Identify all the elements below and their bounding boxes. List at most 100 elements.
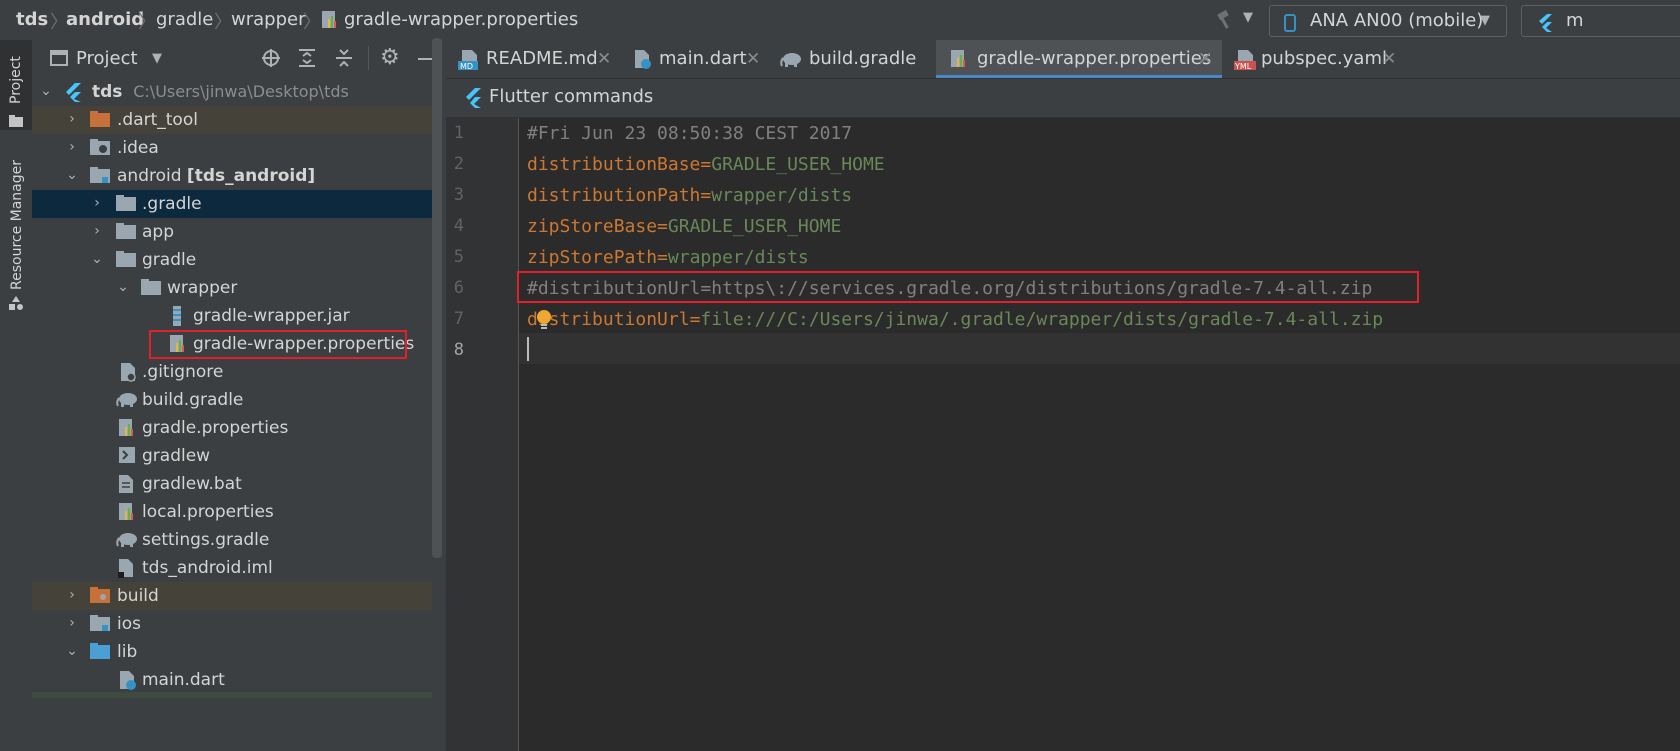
shell-script-icon bbox=[118, 446, 138, 466]
tree-row-settings-gradle[interactable]: settings.gradle bbox=[32, 526, 432, 554]
project-panel-header: Project ▼ ⚙ bbox=[32, 40, 446, 78]
hammer-build-icon[interactable] bbox=[1214, 9, 1236, 31]
toolbar-divider bbox=[368, 46, 369, 70]
jar-file-icon bbox=[169, 306, 189, 326]
chevron-right-icon[interactable]: › bbox=[64, 586, 80, 604]
tab-main-dart[interactable]: main.dart ✕ bbox=[618, 40, 768, 78]
chevron-right-icon[interactable]: › bbox=[64, 138, 80, 156]
close-icon[interactable]: ✕ bbox=[1382, 48, 1396, 70]
properties-file-icon bbox=[950, 49, 970, 69]
text-file-icon bbox=[118, 474, 138, 494]
close-icon[interactable]: ✕ bbox=[746, 48, 760, 70]
breadcrumb-separator: 〉 bbox=[138, 12, 156, 33]
code-line-2[interactable]: distributionBase=GRADLE_USER_HOME bbox=[527, 149, 885, 180]
tab-build-gradle[interactable]: build.gradle bbox=[768, 40, 936, 78]
breadcrumb-gradle[interactable]: gradle bbox=[156, 9, 213, 31]
chevron-down-icon[interactable]: ⌄ bbox=[64, 166, 80, 184]
tree-label: build bbox=[117, 586, 159, 606]
close-icon[interactable]: ✕ bbox=[597, 48, 611, 70]
chevron-down-icon[interactable]: ⌄ bbox=[89, 250, 105, 268]
tree-row-gradlew-bat[interactable]: gradlew.bat bbox=[32, 470, 432, 498]
project-view-title[interactable]: Project bbox=[76, 48, 138, 69]
run-config-selector[interactable]: m bbox=[1521, 5, 1680, 37]
tree-row-wrapper-jar[interactable]: gradle-wrapper.jar bbox=[32, 302, 432, 330]
tree-row-app[interactable]: › app bbox=[32, 218, 432, 246]
equals-sign: = bbox=[689, 309, 701, 330]
project-root-name: tds bbox=[92, 82, 123, 102]
resource-manager-tool-button[interactable]: Resource Manager bbox=[0, 150, 32, 320]
breadcrumb-android[interactable]: android bbox=[66, 9, 144, 31]
tree-row-gitignore[interactable]: .gitignore bbox=[32, 358, 432, 386]
tree-row-android[interactable]: ⌄ android [tds_android] bbox=[32, 162, 432, 190]
code-line-1[interactable]: #Fri Jun 23 08:50:38 CEST 2017 bbox=[527, 118, 852, 149]
source-folder-icon bbox=[90, 642, 110, 662]
property-value: file:///C:/Users/jinwa/.gradle/wrapper/d… bbox=[700, 309, 1384, 330]
flutter-commands-link[interactable]: Flutter commands bbox=[489, 86, 653, 107]
tree-row-local-properties[interactable]: local.properties bbox=[32, 498, 432, 526]
chevron-right-icon[interactable]: › bbox=[64, 110, 80, 128]
tree-row-gradle[interactable]: ⌄ gradle bbox=[32, 246, 432, 274]
tree-row-dot-gradle[interactable]: › .gradle bbox=[32, 190, 432, 218]
tree-row-gradlew[interactable]: gradlew bbox=[32, 442, 432, 470]
chevron-down-icon[interactable]: ▼ bbox=[152, 51, 162, 66]
code-line-7[interactable]: distributionUrl=file:///C:/Users/jinwa/.… bbox=[527, 304, 1383, 335]
tree-row-iml[interactable]: tds_android.iml bbox=[32, 554, 432, 582]
equals-sign: = bbox=[700, 154, 712, 175]
line-number: 8 bbox=[453, 340, 464, 360]
breadcrumb-separator: 〉 bbox=[303, 12, 321, 33]
equals-sign: = bbox=[657, 216, 668, 237]
code-line-5[interactable]: zipStorePath=wrapper/dists bbox=[527, 242, 809, 273]
equals-sign: = bbox=[657, 247, 668, 268]
locate-file-icon[interactable] bbox=[261, 48, 281, 68]
tree-row-idea[interactable]: › .idea bbox=[32, 134, 432, 162]
lightbulb-icon[interactable] bbox=[536, 309, 552, 331]
collapse-all-icon[interactable] bbox=[335, 48, 353, 68]
chevron-down-icon[interactable]: ⌄ bbox=[38, 82, 54, 100]
folder-icon bbox=[9, 112, 23, 127]
chevron-down-icon: ▼ bbox=[1480, 13, 1490, 28]
tree-row-lib[interactable]: ⌄ lib bbox=[32, 638, 432, 666]
line-number: 4 bbox=[453, 216, 464, 236]
properties-file-icon bbox=[118, 418, 138, 438]
chevron-down-icon[interactable]: ▼ bbox=[1243, 10, 1253, 25]
tree-row-root[interactable]: ⌄ tds C:\Users\jinwa\Desktop\tds bbox=[32, 78, 432, 106]
tree-label: gradlew.bat bbox=[142, 474, 242, 494]
tab-gradle-wrapper-properties[interactable]: gradle-wrapper.properties ✕ bbox=[936, 40, 1222, 78]
device-selector[interactable]: ANA AN00 (mobile) ▼ bbox=[1269, 5, 1507, 37]
dart-file-icon bbox=[633, 49, 653, 69]
breadcrumb-tds[interactable]: tds bbox=[16, 9, 48, 31]
tree-label: tds_android.iml bbox=[142, 558, 273, 578]
folder-excluded-icon bbox=[90, 110, 110, 130]
code-line-3[interactable]: distributionPath=wrapper/dists bbox=[527, 180, 852, 211]
tree-row-build-gradle[interactable]: build.gradle bbox=[32, 386, 432, 414]
property-key: zipStoreBase bbox=[527, 216, 658, 237]
line-number: 3 bbox=[453, 185, 464, 205]
chevron-right-icon[interactable]: › bbox=[64, 614, 80, 632]
resource-manager-label: Resource Manager bbox=[9, 159, 25, 290]
device-name: ANA AN00 (mobile) bbox=[1310, 10, 1484, 31]
tree-row-dart-tool[interactable]: › .dart_tool bbox=[32, 106, 432, 134]
tree-row-wrapper[interactable]: ⌄ wrapper bbox=[32, 274, 432, 302]
tree-row-build[interactable]: › build bbox=[32, 582, 432, 610]
tree-row-main-dart[interactable]: main.dart bbox=[32, 666, 432, 694]
gear-icon[interactable]: ⚙ bbox=[380, 45, 400, 70]
property-value: GRADLE_USER_HOME bbox=[667, 216, 842, 237]
tab-pubspec[interactable]: YML pubspec.yaml ✕ bbox=[1222, 40, 1402, 78]
chevron-down-icon[interactable]: ⌄ bbox=[115, 278, 131, 296]
chevron-down-icon[interactable]: ⌄ bbox=[64, 642, 80, 660]
tree-row-gradle-properties[interactable]: gradle.properties bbox=[32, 414, 432, 442]
tree-label: build.gradle bbox=[142, 390, 244, 410]
breadcrumb-file[interactable]: gradle-wrapper.properties bbox=[344, 9, 578, 31]
project-tool-button[interactable]: Project bbox=[0, 40, 32, 130]
chevron-right-icon[interactable]: › bbox=[89, 222, 105, 240]
chevron-right-icon[interactable]: › bbox=[89, 194, 105, 212]
tab-readme[interactable]: MD README.md ✕ bbox=[446, 40, 618, 78]
close-icon[interactable]: ✕ bbox=[1198, 48, 1212, 70]
project-scrollbar[interactable] bbox=[432, 38, 442, 558]
breadcrumb-wrapper[interactable]: wrapper bbox=[231, 9, 305, 31]
tree-row-ios[interactable]: › ios bbox=[32, 610, 432, 638]
expand-all-icon[interactable] bbox=[298, 48, 316, 68]
property-key: zipStorePath bbox=[527, 247, 658, 268]
line-number: 5 bbox=[453, 247, 464, 267]
code-line-4[interactable]: zipStoreBase=GRADLE_USER_HOME bbox=[527, 211, 841, 242]
